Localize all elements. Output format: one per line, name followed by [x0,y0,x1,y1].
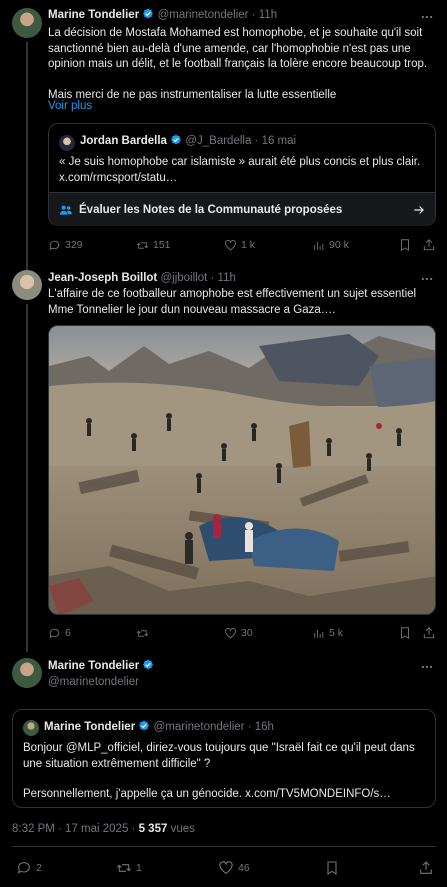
avatar[interactable] [12,658,42,688]
author-handle[interactable]: @jjboillot [160,272,207,284]
photo-rubble [49,326,435,614]
thread-line [26,304,28,652]
views-count: 90 k [329,238,349,251]
reply-icon [17,862,30,874]
tweet-text-line: Mais merci de ne pas instrumentaliser la… [48,88,337,101]
like-button[interactable]: 46 [218,860,250,876]
reply-button[interactable]: 6 [48,626,71,640]
reply-count: 2 [36,861,42,874]
tweet-text-line: Mme Tonnelier le jour dun nouveau massac… [48,303,336,316]
divider [12,846,436,847]
author-name[interactable]: Marine Tondelier [48,660,139,672]
tweet-time[interactable]: · 11h [211,272,236,284]
tweet-text: L'affaire de ce footballeur amophobe est… [48,287,438,318]
author-handle: @marinetondelier [153,721,245,733]
tweet-time[interactable]: · 11h [252,9,277,21]
reply-icon [49,240,60,250]
views-count: 5 357 [138,823,168,835]
verified-badge-icon [171,134,182,145]
repost-count: 151 [153,238,171,251]
community-notes-bar[interactable]: Évaluer les Notes de la Communauté propo… [49,193,435,226]
author-handle[interactable]: @marinetondelier [158,9,249,21]
repost-icon [116,864,132,872]
quote-text-line: x.com/rmcsport/statu… [59,171,178,184]
like-count: 1 k [241,238,256,251]
avatar [23,720,39,736]
tweet-text-line: sanctionné bien au-delà d'une amende, ca… [48,42,411,55]
reply-button[interactable]: 329 [48,238,83,252]
author-name[interactable]: Jean-Joseph Boillot [48,272,157,284]
tweet-timestamp[interactable]: 8:32 PM · 17 mai 2025 · [12,823,135,835]
like-count: 46 [238,861,250,874]
verified-badge-icon [139,720,150,731]
views-label: vues [170,823,195,835]
analytics-icon [314,241,324,250]
like-button[interactable]: 1 k [224,238,255,252]
verified-badge-icon [143,659,154,670]
bookmark-icon[interactable] [398,238,412,252]
arrow-right-icon [414,206,424,214]
more-options-icon[interactable] [420,272,434,286]
views-button[interactable]: 5 k [312,626,343,640]
repost-icon [136,241,149,249]
more-options-icon[interactable] [420,10,434,24]
author-name[interactable]: Marine Tondelier [48,9,139,21]
quoted-tweet[interactable]: Jordan Bardella @J_Bardella · 16 mai « J… [48,123,436,226]
quote-text-line: une situation extrêmement difficile" ? [23,757,211,770]
quote-text-line: « Je suis homophobe car islamiste » aura… [59,156,421,168]
quote-text-line: Personnellement, j'appelle ça un génocid… [23,788,391,801]
avatar [59,135,75,151]
repost-button[interactable]: 151 [136,238,171,252]
tweet-media-image[interactable] [48,325,436,615]
tweet-text-line: La décision de Mostafa Mohamed est homop… [48,27,423,39]
verified-badge-icon [143,8,154,19]
like-button[interactable]: 30 [224,626,253,640]
repost-button[interactable] [136,627,153,640]
heart-icon [219,861,233,874]
thread-line [26,42,28,270]
reply-button[interactable]: 2 [16,860,42,876]
repost-button[interactable]: 1 [116,860,142,876]
tweet-time: · 16 mai [254,135,297,147]
avatar[interactable] [12,8,42,38]
people-icon [59,205,72,215]
analytics-icon [314,629,324,638]
repost-icon [136,629,149,637]
reply-icon [49,628,60,638]
tweet-time: · 16h [247,721,274,733]
heart-icon [225,627,236,638]
share-icon[interactable] [422,238,436,252]
author-name: Marine Tondelier [44,721,136,733]
avatar[interactable] [12,270,42,300]
like-count: 30 [241,626,253,639]
reply-count: 6 [65,626,71,639]
more-options-icon[interactable] [420,660,434,674]
tweet-meta: 8:32 PM · 17 mai 2025 · 5 357 vues [12,822,195,838]
tweet-text-line: opinion mais un délit, et le football fr… [48,58,428,71]
tweet-text-line: L'affaire de ce footballeur amophobe est… [48,288,417,300]
views-button[interactable]: 90 k [312,238,349,252]
heart-icon [225,239,236,250]
repost-count: 1 [136,861,142,874]
quoted-tweet[interactable]: Marine Tondelier @marinetondelier · 16h … [12,709,436,808]
share-icon[interactable] [418,860,434,876]
bookmark-icon[interactable] [398,626,412,640]
community-notes-label: Évaluer les Notes de la Communauté propo… [79,204,343,216]
tweet-text: La décision de Mostafa Mohamed est homop… [48,26,438,103]
author-name: Jordan Bardella [80,135,167,147]
reply-count: 329 [65,238,83,251]
views-count: 5 k [329,626,344,639]
show-more-link[interactable]: Voir plus [48,99,92,115]
bookmark-icon[interactable] [324,860,340,876]
share-icon[interactable] [422,626,436,640]
quote-text-line: Bonjour @MLP_officiel, diriez-vous toujo… [23,742,415,754]
author-handle: @J_Bardella [185,135,252,147]
author-handle[interactable]: @marinetondelier [48,675,139,691]
